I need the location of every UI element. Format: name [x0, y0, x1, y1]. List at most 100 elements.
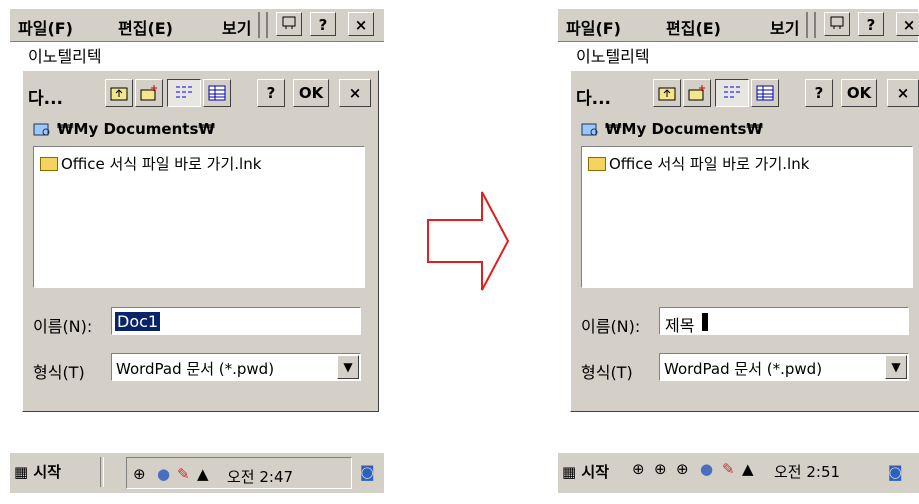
- file-type-value: WordPad 문서 (*.pwd): [116, 360, 275, 378]
- chevron-down-icon[interactable]: ▼: [337, 355, 359, 379]
- taskbar: ▦ 시작 ⊕ ● ✎ ▲ 오전 2:47 ◙: [10, 452, 384, 493]
- toolbar-icon: [282, 16, 296, 29]
- dialog-title: 다...: [576, 89, 612, 109]
- input-method-icon[interactable]: ⊕: [632, 460, 645, 478]
- menu-file[interactable]: 파일(F): [566, 15, 621, 39]
- new-folder-button[interactable]: [135, 79, 163, 107]
- current-path: ₩My Documents₩: [57, 120, 215, 138]
- list-view-icon: [724, 86, 740, 98]
- dialog-help-button[interactable]: ?: [805, 79, 833, 107]
- desktop-icon[interactable]: ◙: [360, 463, 375, 481]
- start-label: 시작: [33, 463, 62, 481]
- help-button[interactable]: ?: [858, 12, 884, 36]
- file-name-value: 제목: [665, 316, 695, 335]
- dialog-help-button[interactable]: ?: [257, 79, 285, 107]
- input-method-icon[interactable]: ⊕: [133, 465, 146, 483]
- new-folder-button[interactable]: [683, 79, 711, 107]
- taskbar: ▦ 시작 ⊕ ⊕ ⊕ ● ✎ ▲ 오전 2:51 ◙: [558, 452, 919, 493]
- name-label: 이름(N):: [33, 317, 93, 336]
- start-label: 시작: [581, 463, 610, 481]
- file-name-value: Doc1: [115, 312, 161, 331]
- toolbar-grip[interactable]: [806, 12, 816, 38]
- folder-icon: [588, 156, 606, 171]
- ok-button[interactable]: OK: [293, 79, 329, 107]
- file-type-select[interactable]: WordPad 문서 (*.pwd) ▼: [111, 353, 361, 381]
- close-button[interactable]: ×: [348, 12, 374, 36]
- file-name-input[interactable]: 제목: [659, 307, 909, 335]
- details-view-button[interactable]: [751, 79, 779, 107]
- list-item[interactable]: Office 서식 파일 바로 가기.lnk: [40, 153, 261, 174]
- up-folder-icon: [658, 87, 676, 101]
- file-name: Office 서식 파일 바로 가기.lnk: [61, 155, 262, 173]
- toolbar-grip[interactable]: [258, 12, 268, 38]
- system-tray: ⊕ ● ✎ ▲ 오전 2:47: [126, 457, 352, 489]
- screen-before: 파일(F) 편집(E) 보기 ? × 이노텔리텍 다... ? OK × ₩My…: [2, 0, 387, 504]
- details-view-icon: [756, 85, 774, 101]
- file-list[interactable]: Office 서식 파일 바로 가기.lnk: [581, 146, 913, 288]
- chevron-down-icon[interactable]: ▼: [885, 355, 907, 379]
- menu-bar: 파일(F) 편집(E) 보기 ? ×: [558, 8, 919, 42]
- type-label: 형식(T): [581, 363, 633, 382]
- menu-edit[interactable]: 편집(E): [666, 15, 721, 39]
- toolbar-icon-button[interactable]: [824, 12, 850, 36]
- clock: 오전 2:47: [227, 468, 294, 486]
- company-label: 이노텔리텍: [28, 47, 102, 66]
- details-view-button[interactable]: [203, 79, 231, 107]
- list-view-button[interactable]: [167, 79, 201, 107]
- keyboard-up-icon[interactable]: ▲: [197, 465, 209, 483]
- save-dialog: 다... ? OK × ₩My Documents₩ Office 서식 파일 …: [22, 70, 379, 412]
- screen-after: 파일(F) 편집(E) 보기 ? × 이노텔리텍 다... ? OK × ₩My…: [550, 0, 919, 504]
- dialog-close-button[interactable]: ×: [887, 79, 919, 107]
- file-name-input[interactable]: Doc1: [111, 307, 361, 335]
- documents-folder-icon: [33, 123, 50, 136]
- text-cursor: [702, 313, 708, 331]
- file-type-select[interactable]: WordPad 문서 (*.pwd) ▼: [659, 353, 909, 381]
- file-type-value: WordPad 문서 (*.pwd): [664, 360, 823, 378]
- pen-icon[interactable]: ✎: [177, 465, 190, 483]
- new-folder-icon: [688, 85, 705, 101]
- toolbar-icon-button[interactable]: [276, 12, 302, 36]
- name-label: 이름(N):: [581, 317, 641, 336]
- menu-view[interactable]: 보기: [222, 15, 251, 39]
- save-dialog: 다... ? OK × ₩My Documents₩ Office 서식 파일 …: [570, 70, 919, 412]
- menu-file[interactable]: 파일(F): [18, 15, 73, 39]
- pen-icon[interactable]: ✎: [722, 460, 735, 478]
- new-folder-icon: [140, 85, 157, 101]
- dialog-close-button[interactable]: ×: [339, 79, 371, 107]
- folder-icon: [40, 156, 58, 171]
- list-item[interactable]: Office 서식 파일 바로 가기.lnk: [588, 153, 809, 174]
- taskbar-divider: [100, 457, 104, 487]
- list-view-icon: [176, 86, 192, 98]
- windows-flag-icon: ▦: [562, 463, 577, 481]
- company-label: 이노텔리텍: [576, 47, 650, 66]
- menu-edit[interactable]: 편집(E): [118, 15, 173, 39]
- network-icon[interactable]: ●: [157, 465, 170, 483]
- file-list[interactable]: Office 서식 파일 바로 가기.lnk: [33, 146, 365, 288]
- desktop-icon[interactable]: ◙: [888, 463, 903, 481]
- current-path: ₩My Documents₩: [605, 120, 763, 138]
- network-icon[interactable]: ●: [700, 460, 713, 478]
- type-label: 형식(T): [33, 363, 85, 382]
- dialog-title: 다...: [28, 89, 64, 109]
- details-view-icon: [208, 85, 226, 101]
- start-button[interactable]: ▦ 시작: [562, 461, 609, 482]
- documents-folder-icon: [581, 123, 598, 136]
- list-view-button[interactable]: [715, 79, 749, 107]
- up-folder-icon: [110, 87, 128, 101]
- menu-view[interactable]: 보기: [770, 15, 799, 39]
- input-method-icon-3[interactable]: ⊕: [676, 460, 689, 478]
- menu-bar: 파일(F) 편집(E) 보기 ? ×: [10, 8, 384, 42]
- keyboard-up-icon[interactable]: ▲: [742, 460, 754, 478]
- transition-arrow-icon: [427, 191, 510, 291]
- input-method-icon-2[interactable]: ⊕: [654, 460, 667, 478]
- up-folder-button[interactable]: [105, 79, 133, 107]
- toolbar-icon: [830, 16, 844, 29]
- up-folder-button[interactable]: [653, 79, 681, 107]
- start-button[interactable]: ▦ 시작: [14, 461, 61, 482]
- close-button[interactable]: ×: [896, 12, 919, 36]
- ok-button[interactable]: OK: [841, 79, 877, 107]
- clock: 오전 2:51: [774, 463, 841, 481]
- file-name: Office 서식 파일 바로 가기.lnk: [609, 155, 810, 173]
- help-button[interactable]: ?: [310, 12, 336, 36]
- windows-flag-icon: ▦: [14, 463, 29, 481]
